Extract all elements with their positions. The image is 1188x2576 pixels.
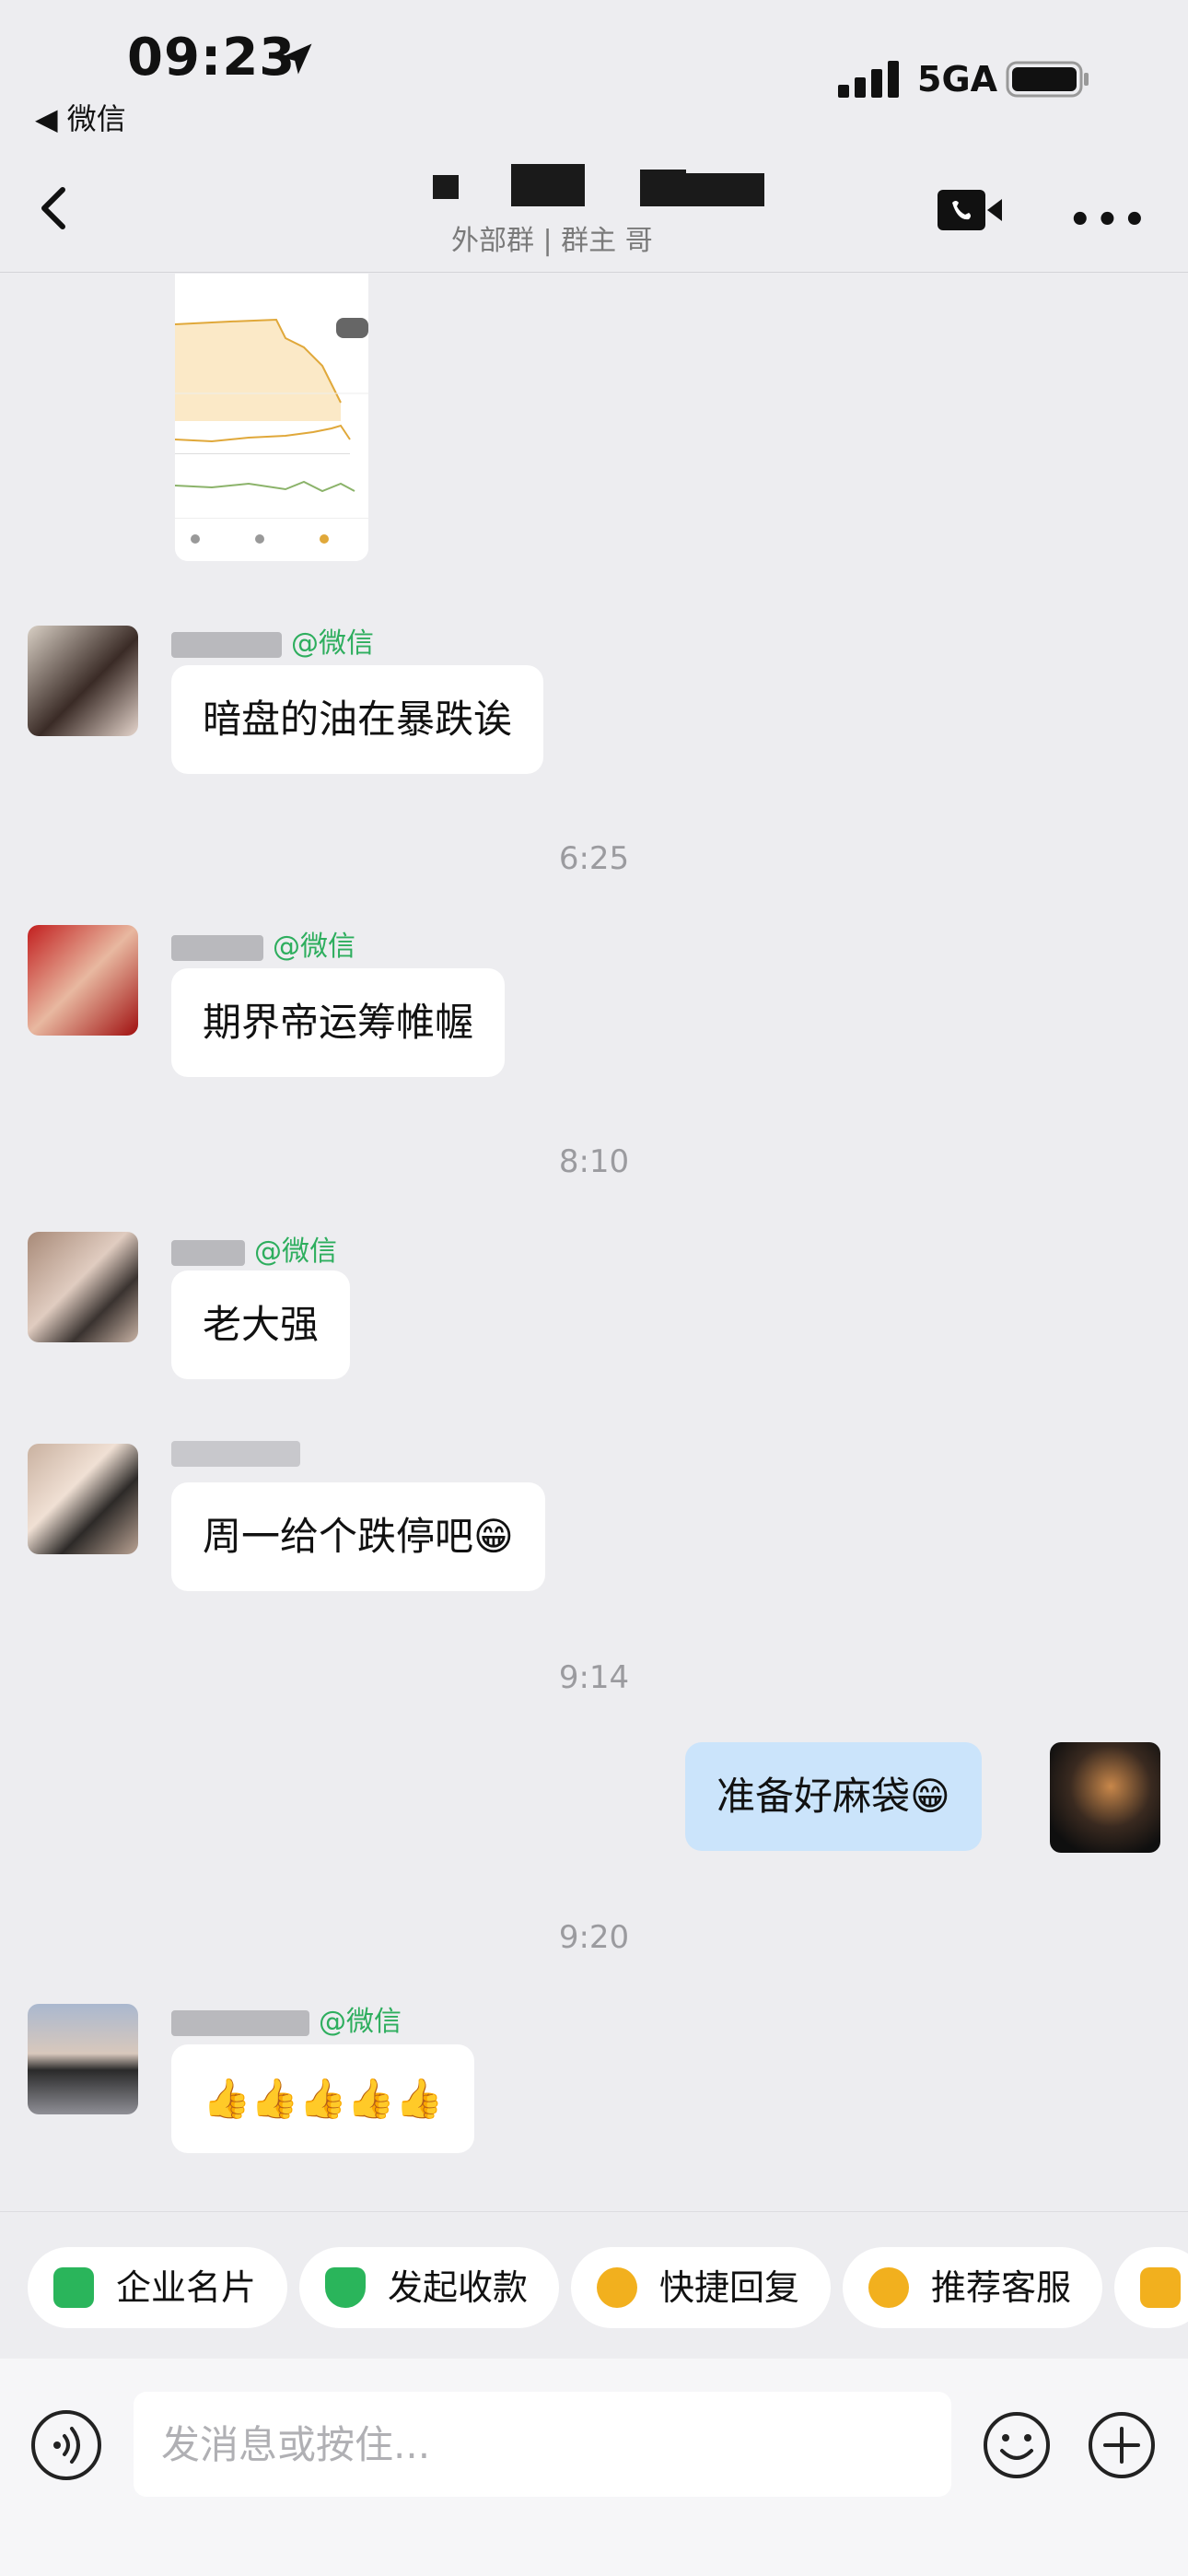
quick-reply-icon bbox=[597, 2267, 637, 2308]
chip-quick-reply[interactable]: 快捷回复 bbox=[571, 2247, 832, 2328]
timestamp: 8:10 bbox=[558, 1143, 630, 1180]
back-to-app-link[interactable]: ◀ 微信 bbox=[35, 96, 126, 138]
message-bubble[interactable]: 期界帝运筹帷幄 bbox=[171, 968, 506, 1077]
payment-icon bbox=[325, 2267, 366, 2308]
shared-chart-image[interactable] bbox=[175, 274, 368, 561]
voice-input-button[interactable] bbox=[31, 2410, 101, 2480]
signal-icon bbox=[838, 61, 899, 98]
plus-icon[interactable] bbox=[1085, 2408, 1159, 2482]
battery-icon bbox=[1006, 61, 1089, 98]
network-type: 5GA bbox=[917, 59, 998, 100]
message-bubble[interactable]: 👍👍👍👍👍 bbox=[171, 2044, 475, 2153]
sender-name: @微信 bbox=[171, 1998, 402, 2038]
timestamp: 9:20 bbox=[558, 1919, 630, 1956]
sender-name: @微信 bbox=[171, 923, 355, 963]
video-call-icon[interactable] bbox=[938, 188, 1004, 232]
service-icon bbox=[868, 2267, 909, 2308]
timestamp: 6:25 bbox=[558, 840, 630, 877]
emoji-icon[interactable] bbox=[980, 2408, 1054, 2482]
sender-name: @微信 bbox=[171, 620, 374, 660]
message-list[interactable]: @微信 暗盘的油在暴跌诶 6:25 @微信 期界帝运筹帷幄 8:10 @微信 老… bbox=[0, 274, 1188, 2211]
back-chevron-icon[interactable] bbox=[28, 181, 83, 236]
message-bubble[interactable]: 老大强 bbox=[171, 1270, 351, 1379]
chip-more-partial[interactable] bbox=[1114, 2247, 1188, 2328]
more-options-icon[interactable]: ••• bbox=[1068, 199, 1150, 241]
chip-recommend-service[interactable]: 推荐客服 bbox=[843, 2247, 1103, 2328]
location-arrow-icon bbox=[281, 43, 312, 75]
sender-name bbox=[171, 1436, 309, 1469]
avatar[interactable] bbox=[28, 2004, 138, 2114]
message-bubble[interactable]: 暗盘的油在暴跌诶 bbox=[171, 665, 544, 774]
input-bar bbox=[0, 2359, 1188, 2576]
avatar[interactable] bbox=[28, 626, 138, 736]
avatar[interactable] bbox=[28, 1232, 138, 1342]
avatar[interactable] bbox=[28, 1444, 138, 1554]
chip-payment[interactable]: 发起收款 bbox=[299, 2247, 560, 2328]
my-message-bubble[interactable]: 准备好麻袋😁 bbox=[685, 1742, 982, 1851]
voice-icon bbox=[53, 2427, 80, 2464]
chat-title-redacted bbox=[405, 164, 792, 210]
message-input[interactable] bbox=[134, 2392, 951, 2497]
sender-name: @微信 bbox=[171, 1228, 337, 1268]
message-bubble[interactable]: 周一给个跌停吧😁 bbox=[171, 1482, 545, 1591]
chip-business-card[interactable]: 企业名片 bbox=[28, 2247, 288, 2328]
chat-header: 外部群 | 群主 哥 ••• bbox=[0, 147, 1188, 273]
status-time: 09:23 bbox=[127, 28, 297, 88]
chart-screenshot-thumbnail bbox=[175, 274, 368, 561]
timestamp: 9:14 bbox=[558, 1659, 630, 1696]
status-bar: 09:23 ◀ 微信 5GA bbox=[0, 0, 1188, 147]
avatar[interactable] bbox=[28, 925, 138, 1036]
quick-action-bar: 企业名片 发起收款 快捷回复 推荐客服 bbox=[0, 2211, 1188, 2359]
business-card-icon bbox=[53, 2267, 94, 2308]
chat-subtitle: 外部群 | 群主 哥 bbox=[451, 225, 653, 257]
my-avatar[interactable] bbox=[1050, 1742, 1160, 1853]
document-icon bbox=[1140, 2267, 1181, 2308]
